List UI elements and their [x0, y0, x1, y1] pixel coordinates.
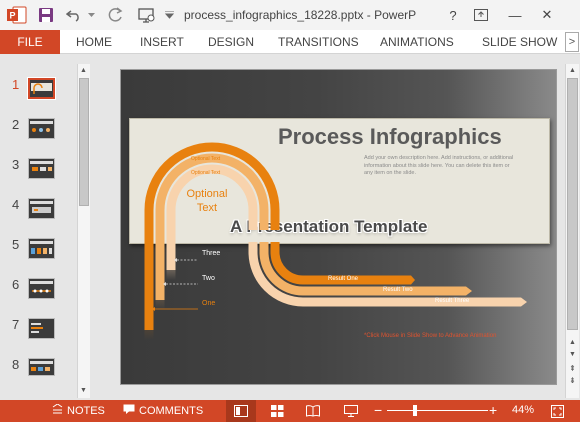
thumbnail-scrollbar[interactable]: ▲ ▼: [77, 64, 90, 398]
slide-thumbnail-3[interactable]: [28, 158, 55, 179]
notes-button[interactable]: NOTES: [52, 403, 105, 417]
ribbon-scroll-right-button[interactable]: >: [565, 32, 579, 52]
result-arrow-one: [404, 275, 415, 285]
arc-label: Optional Text: [191, 146, 221, 152]
tab-design[interactable]: DESIGN: [208, 35, 254, 49]
document-title: process_infographics_18228.pptx - PowerP: [184, 8, 417, 22]
scroll-down-icon[interactable]: ▼: [567, 348, 578, 360]
undo-icon[interactable]: [64, 4, 84, 26]
scroll-down-icon[interactable]: ▲: [567, 336, 578, 348]
title-bar: P process_infographics_18228.pptx - Powe…: [0, 0, 580, 30]
middle-leg: [155, 240, 165, 310]
thumbnail-number: 2: [12, 117, 20, 132]
start-from-beginning-icon[interactable]: [136, 4, 158, 26]
zoom-slider-thumb[interactable]: [413, 405, 418, 416]
slide-thumbnail-7[interactable]: [28, 318, 55, 339]
undo-dropdown-icon[interactable]: [86, 4, 96, 26]
zoom-in-button[interactable]: +: [489, 402, 497, 418]
comments-label: COMMENTS: [139, 404, 204, 417]
slide-thumbnail-5[interactable]: [28, 238, 55, 259]
tab-transitions[interactable]: TRANSITIONS: [278, 35, 359, 49]
close-button[interactable]: ✕: [536, 5, 558, 25]
result-label-one: Result One: [328, 276, 359, 282]
zoom-slider[interactable]: [387, 405, 488, 416]
customize-toolbar-icon[interactable]: [162, 4, 176, 26]
thumbnail-number: 3: [12, 157, 20, 172]
ribbon-display-options-icon[interactable]: [470, 5, 492, 25]
tab-home[interactable]: HOME: [76, 35, 112, 49]
slide-thumbnail-6[interactable]: [28, 278, 55, 299]
scroll-up-icon[interactable]: ▲: [78, 64, 89, 76]
animation-footnote: *Click Mouse in Slide Show to Advance An…: [364, 333, 497, 339]
status-bar: NOTES COMMENTS − + 44%: [0, 400, 580, 422]
tab-animations[interactable]: ANIMATIONS: [380, 35, 454, 49]
arc-label: Optional Text: [191, 156, 221, 162]
scroll-down-icon[interactable]: ▼: [78, 384, 89, 396]
scrollbar-thumb[interactable]: [567, 78, 578, 330]
slide-thumbnail-2[interactable]: [28, 118, 55, 139]
center-optional-text[interactable]: Optional Text: [177, 187, 237, 215]
slide-canvas[interactable]: Process Infographics Add your own descri…: [120, 69, 557, 385]
result-curve-one: [270, 242, 404, 285]
thumbnail-number: 1: [12, 77, 20, 92]
thumbnail-number: 7: [12, 317, 20, 332]
step-label-two: Two: [202, 275, 215, 282]
step-label-three: Three: [202, 250, 221, 257]
ribbon-tabs: FILE HOME INSERT DESIGN TRANSITIONS ANIM…: [0, 30, 580, 54]
result-label-three: Result Three: [435, 298, 470, 304]
zoom-level[interactable]: 44%: [512, 404, 534, 416]
notes-label: NOTES: [67, 404, 105, 417]
next-slide-icon[interactable]: ⇟: [567, 374, 578, 386]
tab-slide-show[interactable]: SLIDE SHOW: [482, 35, 557, 49]
save-icon[interactable]: [36, 4, 56, 26]
thumbnail-number: 8: [12, 357, 20, 372]
slide-thumbnail-4[interactable]: [28, 198, 55, 219]
reading-view-icon[interactable]: [298, 400, 328, 422]
zoom-out-button[interactable]: −: [374, 402, 382, 418]
minimize-button[interactable]: —: [504, 5, 526, 25]
slide-sorter-icon[interactable]: [262, 400, 292, 422]
scrollbar-thumb[interactable]: [79, 78, 89, 206]
notes-icon: [52, 403, 63, 417]
normal-view-icon[interactable]: [226, 400, 256, 422]
fit-slide-icon[interactable]: [542, 400, 572, 422]
arc-label: Optional Text: [191, 170, 221, 176]
help-button[interactable]: ?: [442, 5, 464, 25]
slide-thumbnail-8[interactable]: [28, 358, 55, 376]
redo-icon[interactable]: [106, 4, 126, 26]
thumbnail-number: 4: [12, 197, 20, 212]
slide-show-view-icon[interactable]: [336, 400, 366, 422]
outer-leg: [144, 240, 154, 340]
previous-slide-icon[interactable]: ⇞: [567, 362, 578, 374]
scroll-up-icon[interactable]: ▲: [567, 64, 578, 76]
thumbnail-number: 6: [12, 277, 20, 292]
step-label-one: One: [202, 300, 216, 307]
powerpoint-logo-icon[interactable]: P: [2, 4, 32, 26]
thumbnail-number: 5: [12, 237, 20, 252]
file-tab[interactable]: FILE: [0, 30, 60, 54]
result-label-two: Result Two: [383, 287, 413, 293]
tab-insert[interactable]: INSERT: [140, 35, 184, 49]
slide-thumbnail-1[interactable]: [27, 77, 56, 100]
comments-icon: [123, 404, 135, 417]
comments-button[interactable]: COMMENTS: [123, 404, 203, 417]
slide-scrollbar[interactable]: ▲ ▲ ▼ ⇞ ⇟: [565, 64, 579, 398]
svg-text:P: P: [9, 11, 15, 21]
